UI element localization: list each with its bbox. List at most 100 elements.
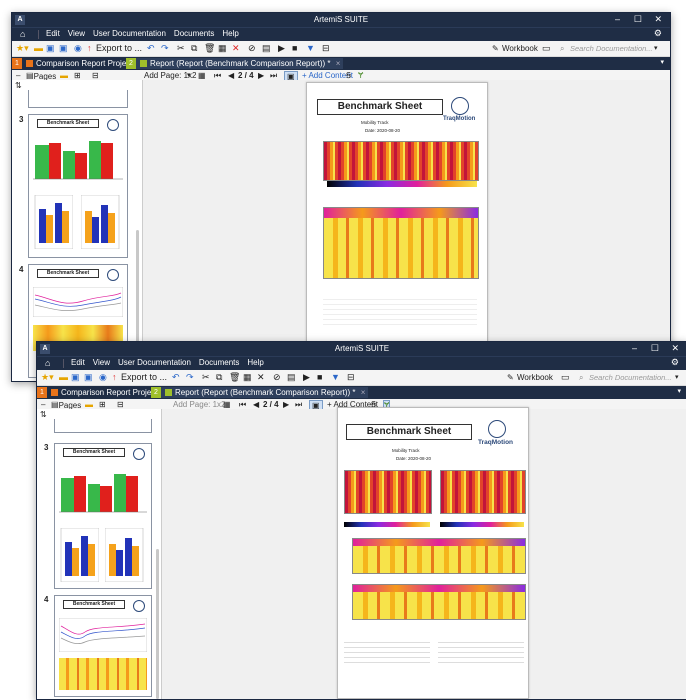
filter-content-icon[interactable]: Ɏ bbox=[358, 71, 363, 80]
play-icon[interactable]: ▶ bbox=[303, 372, 310, 383]
star-icon[interactable]: ★▾ bbox=[16, 43, 29, 54]
next-page-icon[interactable]: ▶ bbox=[283, 400, 289, 409]
pages-tab[interactable]: ▤ Pages bbox=[51, 400, 81, 410]
redo-icon[interactable]: ↷ bbox=[161, 43, 169, 54]
save-icon[interactable]: ▣ bbox=[46, 43, 55, 54]
menu-user-documentation[interactable]: User Documentation bbox=[118, 358, 191, 367]
report-page[interactable]: Benchmark Sheet TraqMotion Mobility Trac… bbox=[337, 407, 529, 699]
page-thumbnail-2[interactable] bbox=[54, 419, 152, 433]
close-icon[interactable]: ✕ bbox=[654, 14, 662, 25]
prev-page-icon[interactable]: ◀ bbox=[228, 71, 234, 80]
star-icon[interactable]: ★▾ bbox=[41, 372, 54, 383]
export-icon[interactable]: ↑ bbox=[87, 43, 92, 54]
gear-icon[interactable]: ⚙ bbox=[654, 28, 662, 39]
grid-view-icon[interactable]: ⊞ bbox=[99, 400, 106, 409]
menu-edit[interactable]: Edit bbox=[46, 29, 60, 38]
layout-icon[interactable]: ▦ bbox=[218, 43, 227, 54]
layout-icon[interactable]: ▦ bbox=[243, 372, 252, 383]
collapse-icon[interactable]: – bbox=[16, 71, 20, 80]
search-dropdown-icon[interactable]: ▾ bbox=[654, 43, 658, 54]
search-dropdown-icon[interactable]: ▾ bbox=[675, 372, 679, 383]
add-page-chevron-icon[interactable]: ▾ bbox=[187, 71, 191, 79]
pages-scrollbar[interactable] bbox=[156, 549, 159, 699]
save-icon[interactable]: ▣ bbox=[71, 372, 80, 383]
export-button[interactable]: Export to ... bbox=[96, 43, 142, 54]
minimize-icon[interactable]: – bbox=[615, 14, 620, 24]
remove-icon[interactable]: ✕ bbox=[257, 372, 265, 383]
stop-icon[interactable]: ⊘ bbox=[273, 372, 281, 383]
collapse-icon[interactable]: – bbox=[41, 400, 45, 409]
stop-icon[interactable]: ⊘ bbox=[248, 43, 256, 54]
undo-icon[interactable]: ↶ bbox=[172, 372, 180, 383]
search-input[interactable]: Search Documentation... bbox=[570, 43, 653, 54]
open-folder-icon[interactable]: ▬ bbox=[34, 43, 43, 54]
tabs-dropdown-icon[interactable]: ▾ bbox=[677, 387, 681, 395]
play-icon[interactable]: ▶ bbox=[278, 43, 285, 54]
open-folder-icon[interactable]: ▬ bbox=[59, 372, 68, 383]
add-page-dropdown[interactable]: Add Page: 1x2 bbox=[173, 400, 225, 409]
delete-icon[interactable]: 🗑 bbox=[229, 372, 240, 383]
panel-icon[interactable]: ▭ bbox=[542, 43, 551, 54]
gear-icon[interactable]: ⚙ bbox=[671, 357, 679, 368]
cut-icon[interactable]: ✂ bbox=[202, 372, 210, 383]
menu-view[interactable]: View bbox=[68, 29, 85, 38]
home-icon[interactable]: ⌂ bbox=[20, 29, 25, 39]
display-icon[interactable]: ▤ bbox=[287, 372, 296, 383]
redo-icon[interactable]: ↷ bbox=[186, 372, 194, 383]
list-view-icon[interactable]: ⊟ bbox=[117, 400, 124, 409]
copy-icon[interactable]: ⧉ bbox=[216, 372, 222, 383]
search-input[interactable]: Search Documentation... bbox=[589, 372, 672, 383]
page-layout-icon[interactable]: ▦ bbox=[198, 71, 206, 80]
copy-icon[interactable]: ⧉ bbox=[191, 43, 197, 54]
tabs-dropdown-icon[interactable]: ▾ bbox=[660, 58, 664, 66]
sort-icon[interactable]: ⇅ bbox=[15, 81, 22, 90]
minimize-icon[interactable]: – bbox=[632, 343, 637, 353]
tab-report[interactable]: 2 Report (Report (Benchmark Comparison R… bbox=[151, 387, 369, 398]
pages-tab[interactable]: ▤ Pages bbox=[26, 71, 56, 81]
display-icon[interactable]: ▤ bbox=[262, 43, 271, 54]
filter-icon[interactable]: ▼ bbox=[331, 372, 340, 383]
maximize-icon[interactable]: ☐ bbox=[651, 343, 659, 354]
page-thumbnail-3[interactable]: Benchmark Sheet bbox=[28, 114, 128, 258]
folder-icon[interactable]: ▬ bbox=[85, 400, 93, 409]
stop-square-icon[interactable]: ■ bbox=[317, 372, 322, 383]
menu-help[interactable]: Help bbox=[247, 358, 263, 367]
report-page[interactable]: Benchmark Sheet TraqMotion Mobility Trac… bbox=[306, 82, 488, 344]
undo-icon[interactable]: ↶ bbox=[147, 43, 155, 54]
grid-view-icon[interactable]: ⊞ bbox=[74, 71, 81, 80]
home-icon[interactable]: ⌂ bbox=[45, 358, 50, 368]
list-view-icon[interactable]: ⊟ bbox=[92, 71, 99, 80]
export-button[interactable]: Export to ... bbox=[121, 372, 167, 383]
next-page-icon[interactable]: ▶ bbox=[258, 71, 264, 80]
menu-view[interactable]: View bbox=[93, 358, 110, 367]
stop-square-icon[interactable]: ■ bbox=[292, 43, 297, 54]
page-layout-icon[interactable]: ▦ bbox=[223, 400, 231, 409]
maximize-icon[interactable]: ☐ bbox=[634, 14, 642, 25]
tab-report[interactable]: 2 Report (Report (Benchmark Comparison R… bbox=[126, 58, 344, 69]
page-thumbnail-4[interactable]: Benchmark Sheet bbox=[54, 595, 152, 697]
table-icon[interactable]: ⊟ bbox=[347, 372, 355, 383]
filter-icon[interactable]: ▼ bbox=[306, 43, 315, 54]
tab-close-icon[interactable]: × bbox=[336, 59, 341, 68]
remove-icon[interactable]: ✕ bbox=[232, 43, 240, 54]
menu-edit[interactable]: Edit bbox=[71, 358, 85, 367]
menu-documents[interactable]: Documents bbox=[199, 358, 239, 367]
menu-documents[interactable]: Documents bbox=[174, 29, 214, 38]
prev-page-icon[interactable]: ◀ bbox=[253, 400, 259, 409]
cut-icon[interactable]: ✂ bbox=[177, 43, 185, 54]
save-as-icon[interactable]: ▣ bbox=[59, 43, 68, 54]
menu-user-documentation[interactable]: User Documentation bbox=[93, 29, 166, 38]
delete-icon[interactable]: 🗑 bbox=[204, 43, 215, 54]
print-icon[interactable]: ◉ bbox=[99, 372, 107, 383]
menu-help[interactable]: Help bbox=[222, 29, 238, 38]
workbook-dropdown[interactable]: Workbook bbox=[502, 43, 538, 54]
save-as-icon[interactable]: ▣ bbox=[84, 372, 93, 383]
sort-icon[interactable]: ⇅ bbox=[40, 410, 47, 419]
folder-icon[interactable]: ▬ bbox=[60, 71, 68, 80]
export-icon[interactable]: ↑ bbox=[112, 372, 117, 383]
table-icon[interactable]: ⊟ bbox=[322, 43, 330, 54]
print-icon[interactable]: ◉ bbox=[74, 43, 82, 54]
page-thumbnail-3[interactable]: Benchmark Sheet bbox=[54, 443, 152, 589]
text-format-icon[interactable]: Ꞩ bbox=[346, 71, 351, 80]
tab-close-icon[interactable]: × bbox=[361, 388, 366, 397]
